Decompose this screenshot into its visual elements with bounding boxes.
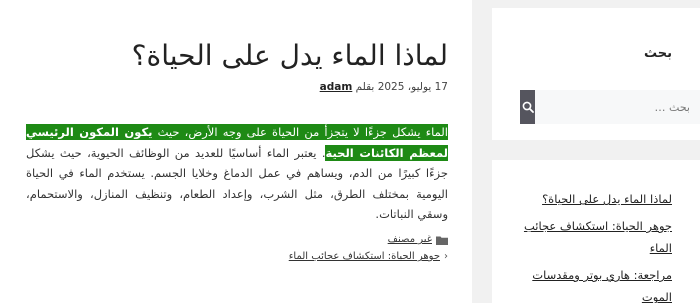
search-icon bbox=[522, 101, 534, 113]
folder-icon bbox=[436, 235, 448, 245]
search-button[interactable] bbox=[520, 90, 535, 124]
search-form bbox=[520, 90, 700, 124]
category-line: غير مصنف bbox=[388, 234, 448, 245]
post-meta: 17 يوليو، 2025 بقلم adam bbox=[320, 81, 448, 93]
search-widget-title: بحث bbox=[643, 46, 672, 61]
article-title: لماذا الماء يدل على الحياة؟ bbox=[131, 39, 448, 72]
search-widget: بحث bbox=[492, 8, 700, 140]
recent-posts-list: لماذا الماء يدل على الحياة؟ جوهر الحياة:… bbox=[512, 188, 672, 303]
recent-posts-widget: لماذا الماء يدل على الحياة؟ جوهر الحياة:… bbox=[492, 160, 700, 303]
author-link[interactable]: adam bbox=[320, 81, 353, 93]
next-post-link[interactable]: جوهر الحياة: استكشاف عجائب الماء bbox=[289, 251, 440, 262]
by-label: بقلم bbox=[355, 81, 375, 93]
category-link[interactable]: غير مصنف bbox=[388, 234, 432, 245]
highlight-text: الماء يشكل جزءًا لا يتجزأ من الحياة على … bbox=[152, 125, 448, 139]
list-item: جوهر الحياة: استكشاف عجائب الماء bbox=[512, 215, 672, 259]
post-date: 17 يوليو، 2025 bbox=[377, 81, 448, 93]
list-item: مراجعة: هاري بوتر ومقدسات الموت bbox=[512, 264, 672, 303]
chevron-left-icon: ‹ bbox=[444, 251, 448, 262]
article-paragraph: الماء يشكل جزءًا لا يتجزأ من الحياة على … bbox=[26, 122, 448, 225]
recent-post-link[interactable]: جوهر الحياة: استكشاف عجائب الماء bbox=[524, 219, 672, 255]
search-input[interactable] bbox=[535, 90, 700, 124]
list-item: لماذا الماء يدل على الحياة؟ bbox=[512, 188, 672, 210]
recent-post-link[interactable]: مراجعة: هاري بوتر ومقدسات الموت bbox=[532, 268, 672, 303]
recent-post-link[interactable]: لماذا الماء يدل على الحياة؟ bbox=[542, 192, 672, 206]
page-layout: لماذا الماء يدل على الحياة؟ 17 يوليو، 20… bbox=[0, 0, 700, 303]
article-content: الماء يشكل جزءًا لا يتجزأ من الحياة على … bbox=[26, 122, 448, 225]
article-card: لماذا الماء يدل على الحياة؟ 17 يوليو، 20… bbox=[0, 0, 472, 303]
post-navigation: ‹ جوهر الحياة: استكشاف عجائب الماء bbox=[289, 251, 448, 262]
